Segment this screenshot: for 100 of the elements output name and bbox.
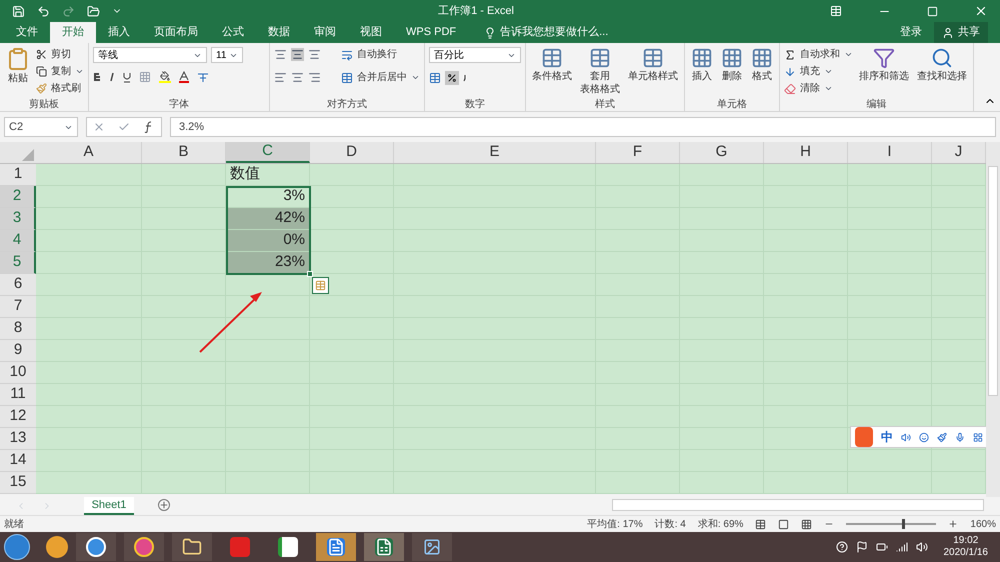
ribbon-tab[interactable]: 文件	[4, 22, 50, 43]
font-color-icon[interactable]	[179, 71, 189, 83]
table-cell[interactable]	[36, 450, 142, 472]
taskbar-app-button[interactable]	[76, 533, 116, 561]
align-center-icon[interactable]	[291, 71, 304, 84]
font-name-field[interactable]: 等线	[93, 47, 207, 63]
table-cell[interactable]	[226, 274, 310, 296]
table-cell[interactable]	[310, 230, 394, 252]
copy-icon[interactable]	[36, 66, 47, 77]
row-header[interactable]: 1	[0, 164, 36, 186]
underline-icon[interactable]	[123, 72, 131, 82]
align-right-icon[interactable]	[308, 71, 321, 84]
ribbon-tab[interactable]: 视图	[348, 22, 394, 43]
table-cell[interactable]	[932, 318, 986, 340]
clock-date[interactable]: 2020/1/16	[944, 547, 988, 559]
column-header[interactable]: E	[394, 142, 596, 163]
ribbon-tab[interactable]: 开始	[50, 22, 96, 43]
app-icon[interactable]	[46, 536, 68, 558]
table-cell[interactable]: 数值	[226, 164, 310, 186]
table-cell[interactable]	[142, 274, 226, 296]
table-cell[interactable]	[36, 208, 142, 230]
table-cell[interactable]	[848, 472, 932, 494]
fill-button[interactable]: 填充	[784, 64, 853, 79]
ribbon-button[interactable]: 删除	[719, 47, 745, 82]
taskbar-app-button[interactable]	[412, 533, 452, 561]
table-cell[interactable]	[596, 164, 680, 186]
table-cell[interactable]	[932, 164, 986, 186]
ribbon-button[interactable]: 粘贴	[4, 47, 32, 84]
zoom-in-icon[interactable]	[948, 519, 958, 529]
ribbon-tab[interactable]: WPS PDF	[394, 22, 468, 43]
table-cell[interactable]	[932, 406, 986, 428]
arrow-down-icon[interactable]	[784, 66, 796, 78]
quick-analysis-button[interactable]	[312, 277, 329, 294]
table-cell[interactable]: 42%	[226, 208, 310, 230]
page-break-icon[interactable]	[801, 518, 812, 530]
table-cell[interactable]	[36, 340, 142, 362]
vertical-scrollbar-thumb[interactable]	[988, 166, 998, 396]
table-cell[interactable]	[596, 472, 680, 494]
row-header[interactable]: 9	[0, 340, 36, 362]
ribbon-button[interactable]: 单元格样式	[626, 47, 680, 82]
row-header[interactable]: 13	[0, 428, 36, 450]
table-cell[interactable]	[142, 318, 226, 340]
wrap-text-icon[interactable]	[341, 48, 353, 60]
ribbon-display-icon[interactable]	[830, 5, 842, 17]
ime-mode-button[interactable]: 中	[881, 428, 894, 446]
comma-icon[interactable]	[463, 74, 467, 82]
table-cell[interactable]	[932, 340, 986, 362]
taskbar-app-button[interactable]	[364, 533, 404, 561]
table-cell[interactable]	[764, 164, 848, 186]
table-cell[interactable]	[36, 274, 142, 296]
column-header[interactable]: A	[36, 142, 142, 163]
table-icon[interactable]	[315, 280, 326, 291]
row-header[interactable]: 3	[0, 208, 36, 230]
start-button[interactable]	[4, 534, 30, 560]
row-header[interactable]: 8	[0, 318, 36, 340]
smile-icon[interactable]	[919, 432, 930, 442]
formula-field[interactable]: 3.2%	[170, 117, 996, 137]
ribbon-button[interactable]: 套用 表格格式	[578, 47, 622, 95]
table-cell[interactable]	[36, 362, 142, 384]
table-cell[interactable]	[394, 164, 596, 186]
microphone-icon[interactable]	[955, 432, 966, 442]
ribbon-tab[interactable]: 审阅	[302, 22, 348, 43]
font-size-field[interactable]: 11	[211, 47, 243, 63]
table-cell[interactable]	[932, 252, 986, 274]
ribbon-tab[interactable]: 数据	[256, 22, 302, 43]
table-cell[interactable]	[226, 296, 310, 318]
row-header[interactable]: 15	[0, 472, 36, 494]
table-cell[interactable]	[848, 164, 932, 186]
table-cell[interactable]	[142, 252, 226, 274]
table-cell[interactable]	[394, 472, 596, 494]
cut-button[interactable]: 剪切	[36, 47, 84, 62]
border-icon[interactable]	[139, 71, 151, 83]
table-cell[interactable]	[226, 472, 310, 494]
fill-color-icon[interactable]	[159, 71, 171, 83]
scissors-icon[interactable]	[36, 49, 47, 60]
table-cell[interactable]	[932, 472, 986, 494]
table-cell[interactable]	[932, 450, 986, 472]
search-icon[interactable]	[931, 47, 953, 69]
table-cell[interactable]	[310, 208, 394, 230]
table-style-icon[interactable]	[642, 47, 664, 69]
table-cell[interactable]: 23%	[226, 252, 310, 274]
row-header[interactable]: 14	[0, 450, 36, 472]
table-cell[interactable]	[36, 164, 142, 186]
save-icon[interactable]	[12, 4, 25, 18]
horizontal-scrollbar[interactable]	[612, 499, 984, 511]
table-cell[interactable]	[932, 296, 986, 318]
eraser-icon[interactable]	[784, 82, 796, 94]
zoom-text[interactable]: 160%	[970, 516, 996, 532]
merge-center-button[interactable]: 合并后居中	[341, 70, 420, 85]
select-all-icon[interactable]	[22, 149, 34, 161]
table-cell[interactable]	[36, 384, 142, 406]
percent-icon[interactable]	[445, 71, 459, 85]
grid-icon[interactable]	[751, 47, 773, 69]
table-cell[interactable]	[932, 230, 986, 252]
normal-view-icon[interactable]	[755, 518, 766, 530]
sheet-tab[interactable]: Sheet1	[84, 497, 134, 515]
flag-icon[interactable]	[856, 541, 868, 553]
table-cell[interactable]	[932, 186, 986, 208]
row-header[interactable]: 6	[0, 274, 36, 296]
fill-handle[interactable]	[307, 271, 313, 277]
